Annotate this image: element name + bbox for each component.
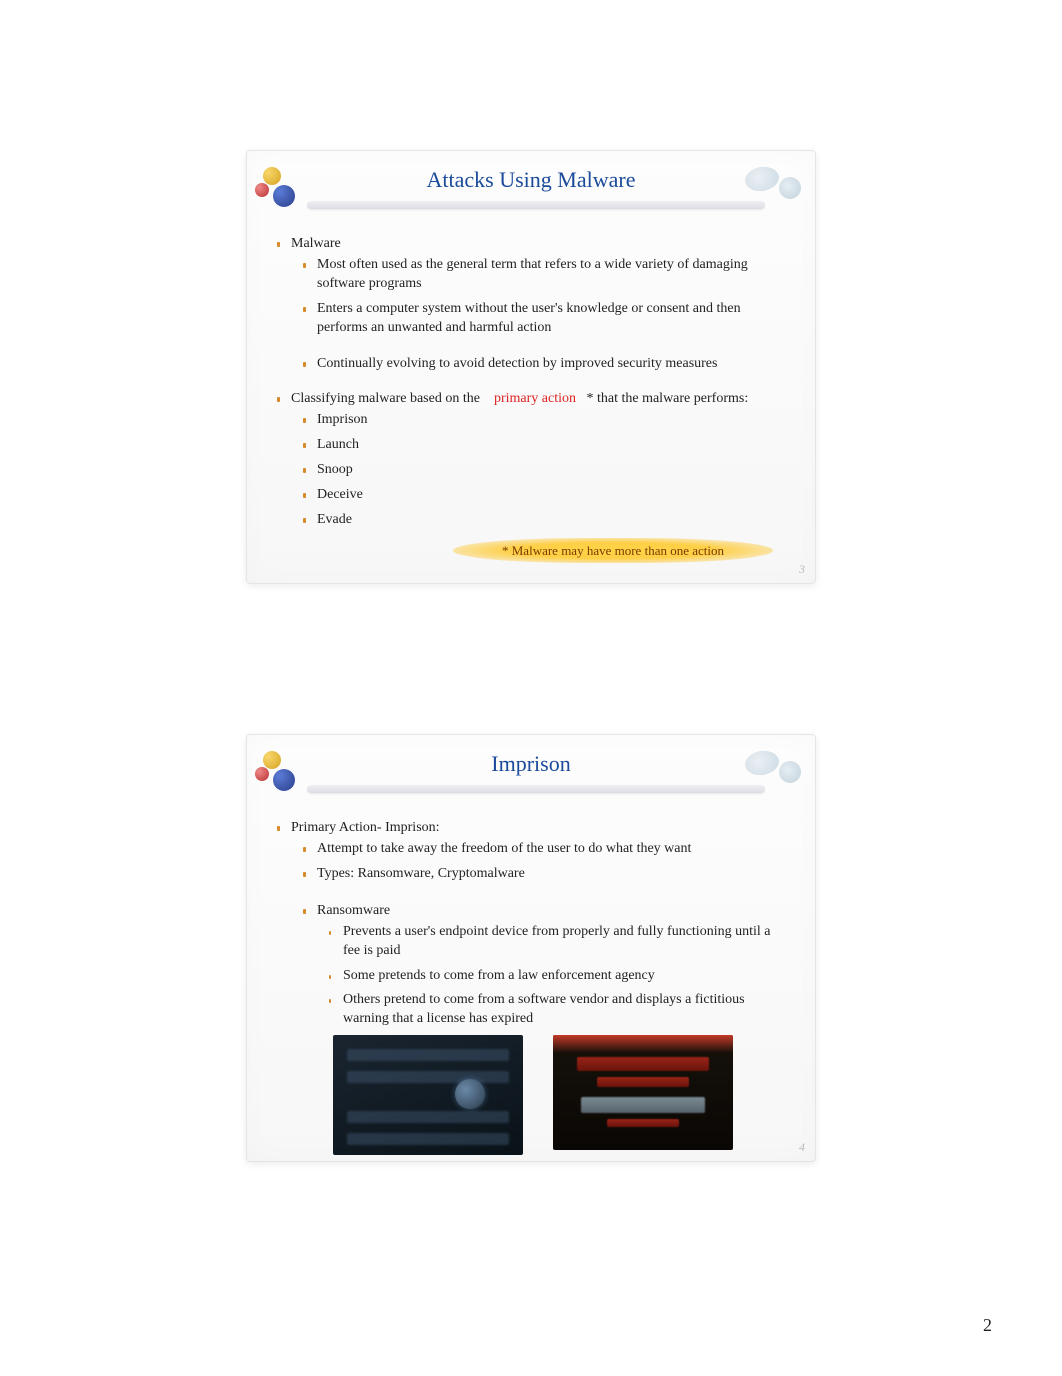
bullet-text: Attempt to take away the freedom of the …: [317, 841, 691, 856]
slide-number: 3: [799, 562, 805, 577]
bullet-text: Types: Ransomware, Cryptomalware: [317, 866, 525, 881]
title-underline: [307, 785, 765, 793]
document-page: Attacks Using Malware Malware Most often…: [0, 0, 1062, 1376]
ransomware-screenshots: [273, 1035, 789, 1155]
slide-header: Imprison: [267, 745, 795, 805]
slide-title: Attacks Using Malware: [267, 161, 795, 193]
bullet-text: Primary Action- Imprison:: [291, 820, 440, 835]
bullet-text: Most often used as the general term that…: [317, 257, 748, 291]
bullet-text: Ransomware: [317, 903, 390, 918]
slide-content: Malware Most often used as the general t…: [267, 221, 795, 563]
decorative-spheres-icon: [259, 749, 307, 797]
list-item: Prevents a user's endpoint device from p…: [343, 923, 789, 961]
list-item: Most often used as the general term that…: [317, 256, 789, 294]
bullet-text: Others pretend to come from a software v…: [343, 992, 745, 1026]
text-pre: Classifying malware based on the: [291, 391, 483, 406]
list-item: Enters a computer system without the use…: [317, 300, 789, 338]
bullet-ransomware: Ransomware Prevents a user's endpoint de…: [317, 902, 789, 1029]
slide-1: Attacks Using Malware Malware Most often…: [246, 150, 816, 584]
slide-content: Primary Action- Imprison: Attempt to tak…: [267, 805, 795, 1155]
slide-2: Imprison Primary Action- Imprison: Attem…: [246, 734, 816, 1162]
bullet-classifying: Classifying malware based on the primary…: [291, 390, 789, 529]
list-item: Deceive: [317, 486, 789, 505]
list-item: Imprison: [317, 411, 789, 430]
callout-note: * Malware may have more than one action: [453, 538, 773, 564]
list-item: Snoop: [317, 461, 789, 480]
decorative-spheres-icon: [259, 165, 307, 213]
slide-number: 4: [799, 1140, 805, 1155]
bullet-text: Deceive: [317, 487, 363, 502]
list-item: Some pretends to come from a law enforce…: [343, 967, 789, 986]
screenshot-vendor-warning: [553, 1035, 733, 1150]
highlight-primary-action: primary action: [494, 391, 576, 406]
bullet-text: Prevents a user's endpoint device from p…: [343, 924, 770, 958]
bullet-text: Some pretends to come from a law enforce…: [343, 968, 655, 983]
list-item: Others pretend to come from a software v…: [343, 991, 789, 1029]
bullet-text: Malware: [291, 236, 341, 251]
bullet-text: Enters a computer system without the use…: [317, 301, 741, 335]
text-post: * that the malware performs:: [586, 391, 748, 406]
list-item: Evade: [317, 511, 789, 530]
list-item: Continually evolving to avoid detection …: [317, 355, 789, 374]
bullet-malware: Malware Most often used as the general t…: [291, 235, 789, 374]
list-item: Types: Ransomware, Cryptomalware: [317, 865, 789, 884]
title-underline: [307, 201, 765, 209]
screenshot-law-enforcement: [333, 1035, 523, 1155]
bullet-text: Launch: [317, 437, 359, 452]
bullet-text: Continually evolving to avoid detection …: [317, 356, 717, 371]
list-item: Attempt to take away the freedom of the …: [317, 840, 789, 859]
bullet-primary-action: Primary Action- Imprison: Attempt to tak…: [291, 819, 789, 1029]
bullet-text: Evade: [317, 512, 352, 527]
bullet-text: Snoop: [317, 462, 353, 477]
list-item: Launch: [317, 436, 789, 455]
bullet-text: Imprison: [317, 412, 368, 427]
slide-header: Attacks Using Malware: [267, 161, 795, 221]
bullet-text-mixed: Classifying malware based on the primary…: [291, 391, 748, 406]
page-number: 2: [983, 1315, 992, 1336]
slide-title: Imprison: [267, 745, 795, 777]
